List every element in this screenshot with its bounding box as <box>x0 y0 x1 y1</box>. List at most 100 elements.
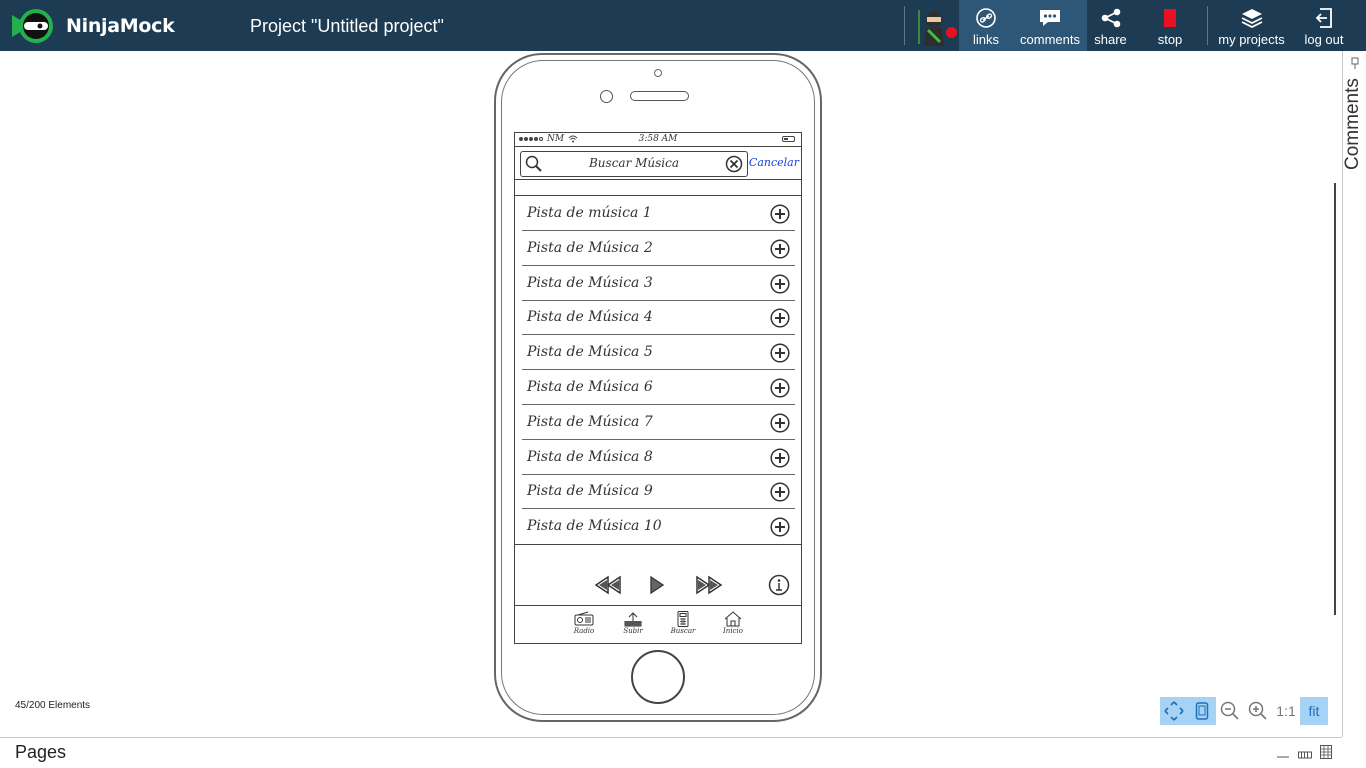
list-item[interactable]: Pista de Música 7 <box>522 405 795 440</box>
mock-status-bar: NM 3:58 AM <box>515 133 801 147</box>
pages-view-options <box>1276 745 1332 759</box>
add-icon[interactable] <box>770 308 790 328</box>
zoom-out-icon <box>1220 701 1239 720</box>
fast-forward-icon[interactable] <box>694 575 724 595</box>
pin-icon[interactable] <box>1350 57 1360 69</box>
track-title: Pista de Música 4 <box>527 309 653 326</box>
my-projects-label: my projects <box>1218 32 1285 47</box>
zoom-1to1-button[interactable]: 1:1 <box>1272 697 1300 725</box>
cancel-link[interactable]: Cancelar <box>749 156 799 169</box>
list-item[interactable]: Pista de Música 4 <box>522 300 795 336</box>
tab-radio[interactable]: Radio <box>564 611 604 635</box>
comments-button[interactable]: comments <box>1013 0 1087 51</box>
links-button[interactable]: links <box>959 0 1013 51</box>
list-item[interactable]: Pista de Música 5 <box>522 335 795 371</box>
minimize-icon[interactable] <box>1276 753 1290 759</box>
home-button[interactable] <box>631 650 685 704</box>
zoom-in-icon <box>1248 701 1267 720</box>
my-projects-button[interactable]: my projects <box>1214 0 1289 51</box>
ninja-logo-icon <box>12 9 53 43</box>
link-icon <box>974 6 998 30</box>
track-title: Pista de Música 10 <box>527 518 662 535</box>
home-icon <box>724 611 742 627</box>
track-title: Pista de Música 2 <box>527 239 653 256</box>
stop-button[interactable]: stop <box>1147 0 1193 51</box>
log-out-button[interactable]: log out <box>1298 0 1350 51</box>
links-label: links <box>972 32 999 47</box>
element-count: 45/200 Elements <box>15 700 91 711</box>
track-title: Pista de Música 5 <box>527 344 653 361</box>
tab-inicio[interactable]: Inicio <box>713 611 753 635</box>
track-title: Pista de Música 6 <box>527 379 653 395</box>
ninjamock-logo[interactable]: NinjaMock <box>10 7 175 45</box>
comment-icon <box>1038 6 1062 30</box>
tab-inicio-label: Inicio <box>723 627 743 635</box>
comments-panel-label[interactable]: Comments <box>1342 78 1364 170</box>
front-camera <box>600 90 613 103</box>
share-icon <box>1099 6 1123 30</box>
phone-screen[interactable]: NM 3:58 AM Buscar Música Cancelar Pista … <box>514 132 802 644</box>
share-label: share <box>1094 32 1127 47</box>
tab-buscar[interactable]: Buscar <box>663 611 703 635</box>
track-title: Pista de Música 9 <box>527 483 653 500</box>
player-controls <box>515 571 801 601</box>
add-icon[interactable] <box>770 482 790 502</box>
status-dot <box>946 27 957 38</box>
list-item[interactable]: Pista de Música 9 <box>522 474 795 510</box>
status-time: 3:58 AM <box>638 134 678 144</box>
strip-view-icon[interactable] <box>1298 751 1312 759</box>
tab-radio-label: Radio <box>573 627 595 635</box>
add-icon[interactable] <box>770 517 790 537</box>
list-item[interactable]: Pista de Música 2 <box>522 231 795 266</box>
add-icon[interactable] <box>770 343 790 363</box>
add-icon[interactable] <box>770 239 790 259</box>
pages-panel-label[interactable]: Pages <box>15 742 66 763</box>
add-icon[interactable] <box>770 274 790 294</box>
earpiece-speaker <box>630 91 689 101</box>
phone-icon <box>1195 702 1209 720</box>
list-item[interactable]: Pista de Música 8 <box>522 440 795 475</box>
grid-view-icon[interactable] <box>1320 745 1332 759</box>
add-icon[interactable] <box>770 448 790 468</box>
project-title[interactable]: Project "Untitled project" <box>250 16 444 37</box>
search-placeholder: Buscar Música <box>588 156 680 170</box>
log-out-label: log out <box>1304 32 1344 47</box>
clear-icon[interactable] <box>725 155 743 173</box>
move-icon <box>1164 701 1184 721</box>
list-item[interactable]: Pista de Música 3 <box>522 266 795 301</box>
list-item[interactable]: Pista de música 1 <box>522 196 795 231</box>
iphone-mockup[interactable]: NM 3:58 AM Buscar Música Cancelar Pista … <box>494 53 822 722</box>
rewind-icon[interactable] <box>593 575 623 595</box>
pan-mode-button[interactable] <box>1160 697 1188 725</box>
add-icon[interactable] <box>770 378 790 398</box>
stop-icon <box>1158 6 1182 30</box>
logout-icon <box>1312 6 1336 30</box>
share-button[interactable]: share <box>1087 0 1134 51</box>
canvas-scrollbar[interactable] <box>1334 183 1336 615</box>
tab-subir-label: Subir <box>623 627 643 635</box>
device-frame-button[interactable] <box>1188 697 1216 725</box>
top-bar: NinjaMock Project "Untitled project" lin… <box>0 0 1366 51</box>
user-avatar[interactable] <box>914 4 958 48</box>
comments-label: comments <box>1020 32 1080 47</box>
zoom-out-button[interactable] <box>1216 697 1244 725</box>
add-icon[interactable] <box>770 204 790 224</box>
add-icon[interactable] <box>770 413 790 433</box>
play-icon[interactable] <box>649 575 665 595</box>
list-item[interactable]: Pista de Música 6 <box>522 370 795 405</box>
track-title: Pista de Música 3 <box>527 274 653 291</box>
toolbar-divider <box>904 6 905 45</box>
track-list: Pista de música 1 Pista de Música 2 Pista … <box>515 195 801 545</box>
info-icon[interactable] <box>768 574 790 596</box>
layers-icon <box>1240 6 1264 30</box>
zoom-in-button[interactable] <box>1244 697 1272 725</box>
logo-text: NinjaMock <box>66 15 175 37</box>
tab-subir[interactable]: Subir <box>613 611 653 635</box>
list-item[interactable]: Pista de Música 10 <box>522 509 795 544</box>
proximity-sensor <box>654 69 662 77</box>
mock-search-bar: Buscar Música Cancelar <box>515 149 801 180</box>
radio-icon <box>574 611 594 626</box>
zoom-fit-button[interactable]: fit <box>1300 697 1328 725</box>
battery-icon <box>782 136 795 142</box>
mock-search-input[interactable]: Buscar Música <box>520 151 748 177</box>
